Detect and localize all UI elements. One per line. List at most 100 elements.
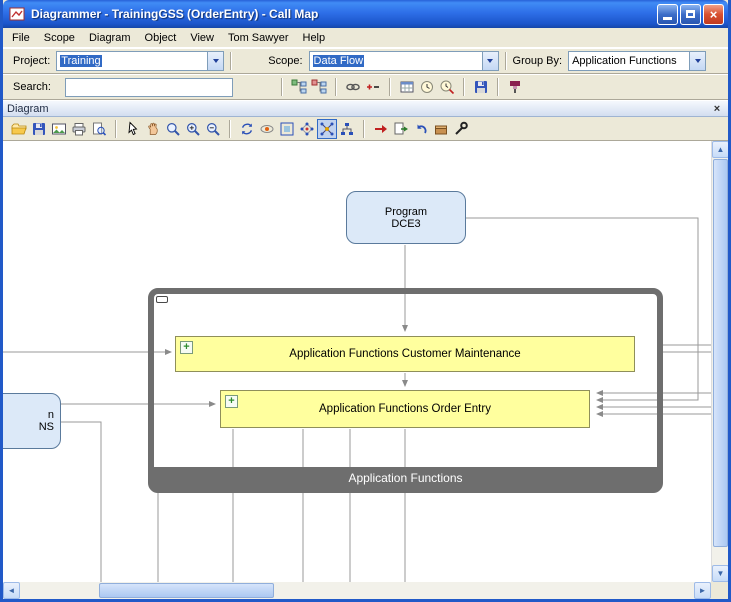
group-label: Application Functions [348, 471, 462, 485]
minimize-button[interactable] [657, 4, 678, 25]
vertical-scrollbar[interactable]: ▲ ▼ [711, 141, 728, 582]
toolbar-separator [463, 78, 465, 96]
layout-symmetric-icon[interactable] [317, 119, 337, 139]
toolbar-separator [230, 52, 232, 70]
export-red-icon[interactable] [371, 119, 391, 139]
scroll-left-button[interactable]: ◄ [3, 582, 20, 599]
menu-item-help[interactable]: Help [296, 30, 333, 46]
tools-icon[interactable] [451, 119, 471, 139]
diagram-toolbar [3, 117, 728, 141]
menu-item-scope[interactable]: Scope [37, 30, 82, 46]
menu-item-diagram[interactable]: Diagram [82, 30, 138, 46]
image-icon[interactable] [49, 119, 69, 139]
node-label-line1: n [48, 409, 54, 421]
scroll-up-button[interactable]: ▲ [712, 141, 729, 158]
diagram-panel-title: Diagram [7, 103, 710, 115]
zoom-in-icon[interactable] [183, 119, 203, 139]
toolbar-separator [281, 78, 283, 96]
orbit-icon[interactable] [257, 119, 277, 139]
export-page-icon[interactable] [391, 119, 411, 139]
overview-icon[interactable] [277, 119, 297, 139]
chevron-down-icon [695, 59, 701, 63]
project-value: Training [60, 55, 101, 67]
node-label: Application Functions Order Entry [319, 403, 491, 415]
layout-circular-icon[interactable] [297, 119, 317, 139]
pan-hand-icon[interactable] [143, 119, 163, 139]
schedule-clock-icon[interactable] [437, 77, 457, 97]
groupby-combobox[interactable]: Application Functions [568, 51, 706, 71]
node-label-line1: Program [385, 206, 427, 218]
search-label: Search: [13, 81, 59, 93]
groupby-value: Application Functions [569, 52, 689, 70]
groupby-label: Group By: [513, 55, 563, 67]
toolbar-separator [115, 120, 117, 138]
scroll-down-button[interactable]: ▼ [712, 565, 729, 582]
chevron-down-icon [213, 59, 219, 63]
collapse-handle-icon[interactable] [156, 296, 168, 303]
scroll-right-button[interactable]: ► [694, 582, 711, 599]
open-folder-icon[interactable] [9, 119, 29, 139]
expand-flow-icon[interactable] [289, 77, 309, 97]
menu-item-object[interactable]: Object [138, 30, 184, 46]
compare-icon[interactable] [363, 77, 383, 97]
refresh-icon[interactable] [237, 119, 257, 139]
scope-combobox[interactable]: Data Flow [309, 51, 499, 71]
chevron-down-icon [487, 59, 493, 63]
expand-plus-icon[interactable]: + [180, 341, 193, 354]
save-icon[interactable] [471, 77, 491, 97]
format-brush-icon[interactable] [505, 77, 525, 97]
scope-value: Data Flow [313, 55, 365, 67]
menu-item-tom-sawyer[interactable]: Tom Sawyer [221, 30, 296, 46]
horizontal-scrollbar[interactable]: ◄ ► [3, 582, 728, 599]
toolbar-separator [229, 120, 231, 138]
node-label-line2: NS [39, 421, 54, 433]
close-icon: × [710, 8, 718, 21]
maximize-button[interactable] [680, 4, 701, 25]
app-window: Diagrammer - TrainingGSS (OrderEntry) - … [0, 0, 731, 602]
node-order-entry[interactable]: + Application Functions Order Entry [220, 390, 590, 428]
toolbar-separator [497, 78, 499, 96]
node-program-dce3[interactable]: Program DCE3 [346, 191, 466, 244]
chain-link-icon[interactable] [343, 77, 363, 97]
preview-icon[interactable] [89, 119, 109, 139]
diagram-canvas-area: Program DCE3 n NS Application Functions … [3, 141, 728, 582]
search-input[interactable] [65, 78, 233, 97]
menu-item-view[interactable]: View [183, 30, 221, 46]
toolbar-separator [335, 78, 337, 96]
diagram-panel-header: Diagram × [3, 100, 728, 117]
zoom-icon[interactable] [163, 119, 183, 139]
print-icon[interactable] [69, 119, 89, 139]
layout-tree-icon[interactable] [337, 119, 357, 139]
diagram-canvas[interactable]: Program DCE3 n NS Application Functions … [3, 141, 711, 582]
scope-dropdown-button[interactable] [482, 52, 498, 70]
title-bar: Diagrammer - TrainingGSS (OrderEntry) - … [3, 0, 728, 28]
save-icon[interactable] [29, 119, 49, 139]
horizontal-scroll-track[interactable] [20, 582, 694, 599]
grid-icon[interactable] [397, 77, 417, 97]
node-customer-maintenance[interactable]: + Application Functions Customer Mainten… [175, 336, 635, 372]
panel-close-button[interactable]: × [710, 102, 724, 116]
menu-item-file[interactable]: File [5, 30, 37, 46]
toolbar-separator [389, 78, 391, 96]
group-label-band: Application Functions [153, 467, 658, 488]
node-partial-left[interactable]: n NS [3, 393, 61, 449]
undo-icon[interactable] [411, 119, 431, 139]
app-icon [9, 5, 27, 23]
minimize-icon [663, 17, 672, 20]
horizontal-scroll-thumb[interactable] [99, 583, 274, 598]
expand-plus-icon[interactable]: + [225, 395, 238, 408]
project-combobox[interactable]: Training [56, 51, 224, 71]
project-label: Project: [13, 55, 50, 67]
zoom-out-icon[interactable] [203, 119, 223, 139]
vertical-scroll-thumb[interactable] [713, 159, 728, 547]
package-icon[interactable] [431, 119, 451, 139]
groupby-dropdown-button[interactable] [689, 52, 705, 70]
pointer-icon[interactable] [123, 119, 143, 139]
close-button[interactable]: × [703, 4, 724, 25]
project-dropdown-button[interactable] [207, 52, 223, 70]
node-label-line2: DCE3 [391, 218, 420, 230]
history-clock-icon[interactable] [417, 77, 437, 97]
toolbar-separator [363, 120, 365, 138]
collapse-flow-icon[interactable] [309, 77, 329, 97]
maximize-icon [686, 10, 695, 18]
